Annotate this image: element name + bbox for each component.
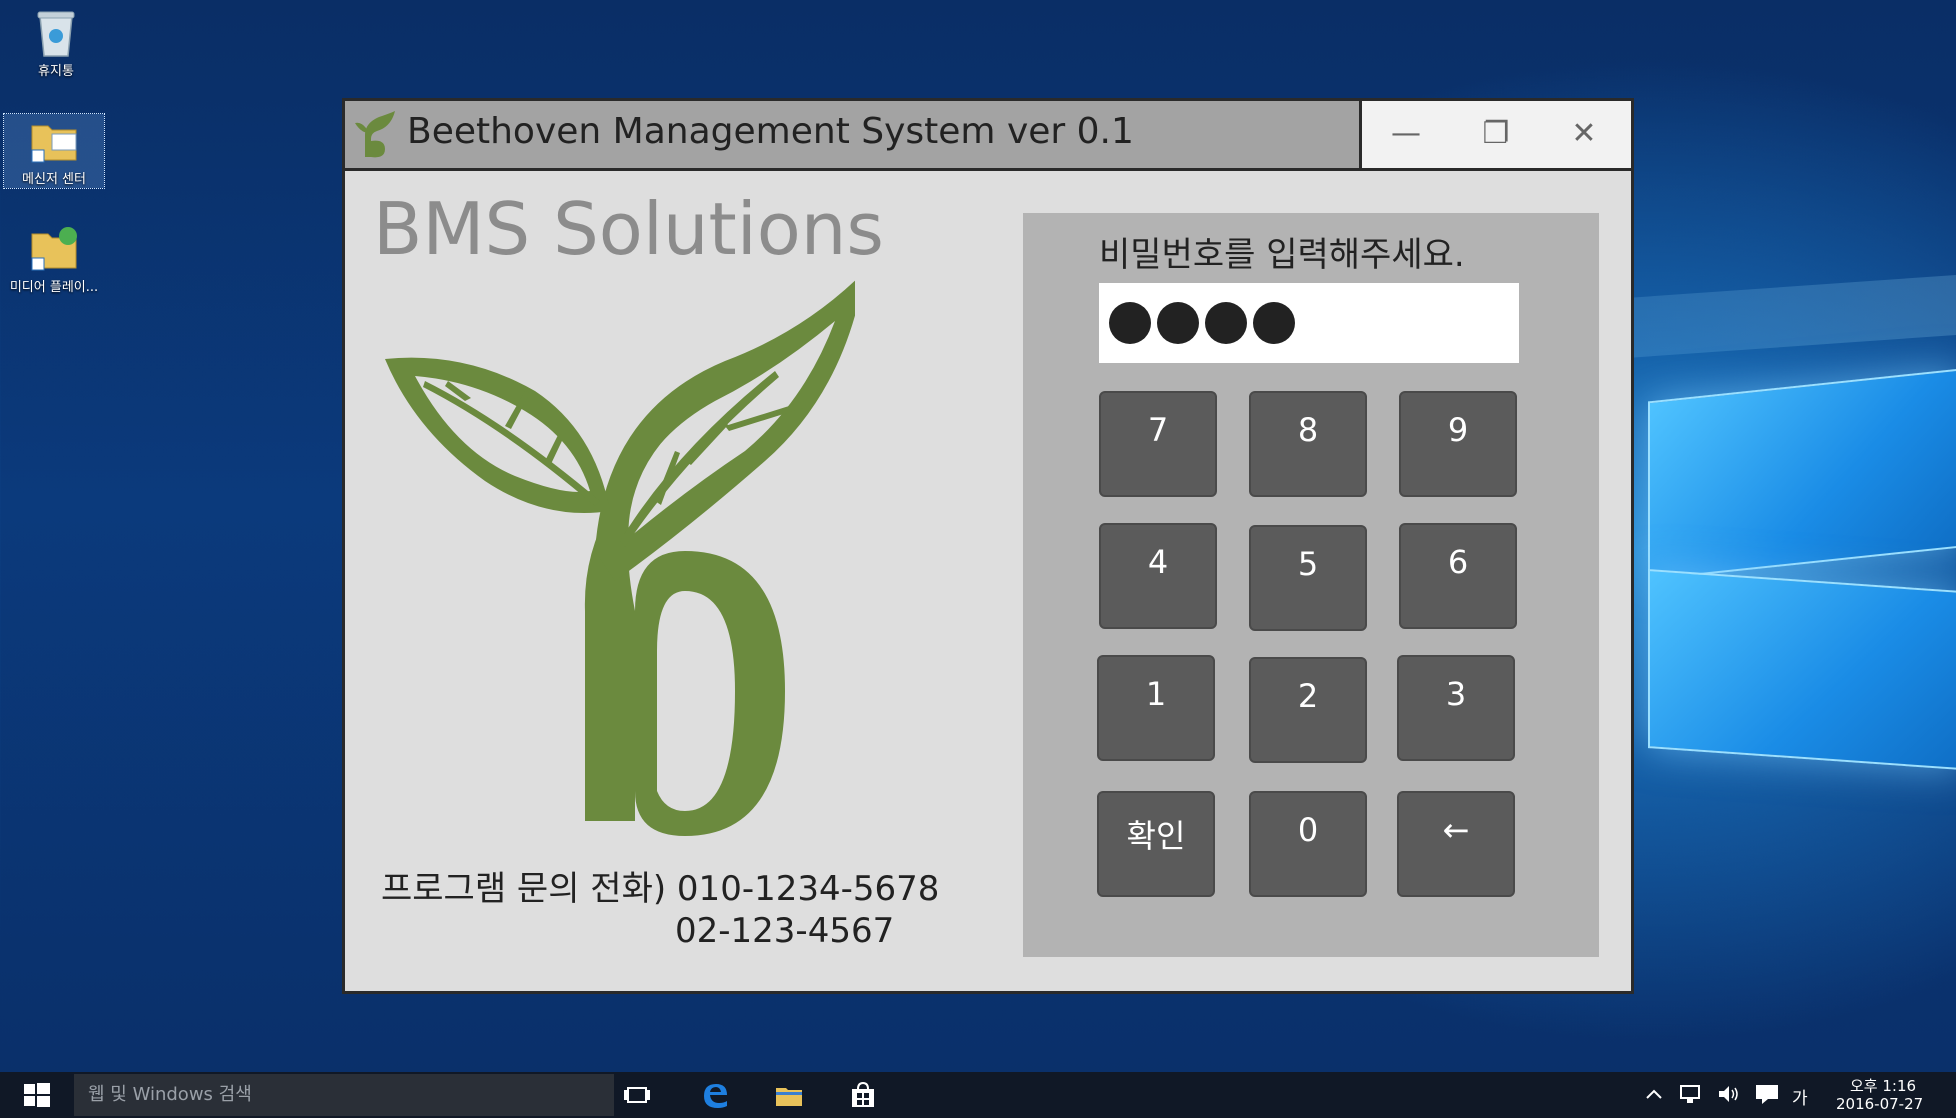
app-logo-icon [351, 109, 397, 159]
desktop-icon-label: 메신저 센터 [22, 172, 86, 187]
password-dot [1253, 302, 1295, 344]
window-controls: — ❐ ✕ [1359, 101, 1631, 168]
desktop-icon-recycle-bin[interactable]: 휴지통 [6, 6, 106, 79]
start-windows-icon[interactable] [22, 1080, 52, 1110]
clock-date[interactable]: 2016-07-27 [1836, 1095, 1923, 1113]
restore-icon: ❐ [1482, 115, 1510, 151]
minimize-button[interactable]: — [1362, 101, 1450, 165]
ime-indicator[interactable]: 가 [1792, 1084, 1808, 1109]
task-view-icon[interactable] [622, 1080, 652, 1110]
wallpaper-window-pane-bottom [1648, 569, 1956, 770]
password-dot [1205, 302, 1247, 344]
minimize-icon: — [1391, 115, 1421, 151]
desktop-icon-label: 미디어 플레이... [9, 280, 99, 295]
key-1-button[interactable]: 1 [1097, 655, 1215, 761]
password-dot [1157, 302, 1199, 344]
password-dot [1109, 302, 1151, 344]
title-bar[interactable]: Beethoven Management System ver 0.1 — ❐ … [345, 101, 1631, 171]
volume-icon[interactable] [1716, 1082, 1742, 1106]
show-hidden-icons-icon[interactable] [1644, 1084, 1664, 1104]
taskbar: 웹 및 Windows 검색 가 오후 1:16 2016-07-27 [0, 1072, 1956, 1118]
clock-time[interactable]: 오후 1:16 [1850, 1075, 1916, 1096]
network-icon[interactable] [1678, 1082, 1704, 1106]
media-folder-icon [26, 222, 82, 274]
desktop-icon-messenger-center[interactable]: 메신저 센터 [3, 113, 105, 189]
key-0-button[interactable]: 0 [1249, 791, 1367, 897]
store-icon[interactable] [848, 1080, 878, 1110]
desktop-icon-media-player[interactable]: 미디어 플레이... [4, 222, 104, 295]
password-field[interactable] [1099, 283, 1519, 363]
contact-number-2: 02-123-4567 [675, 911, 895, 951]
window-title: Beethoven Management System ver 0.1 [407, 111, 1134, 152]
key-2-button[interactable]: 2 [1249, 657, 1367, 763]
password-panel: 비밀번호를 입력해주세요. 7 8 9 4 5 6 1 2 3 확인 0 ← [1023, 213, 1599, 957]
key-6-button[interactable]: 6 [1399, 523, 1517, 629]
app-window: Beethoven Management System ver 0.1 — ❐ … [342, 98, 1634, 994]
desktop-icon-label: 휴지통 [38, 64, 74, 79]
file-explorer-icon[interactable] [774, 1080, 804, 1110]
folder-shortcut-icon [26, 114, 82, 166]
key-5-button[interactable]: 5 [1249, 525, 1367, 631]
wallpaper-window-pane-top [1648, 368, 1956, 581]
key-9-button[interactable]: 9 [1399, 391, 1517, 497]
key-4-button[interactable]: 4 [1099, 523, 1217, 629]
action-center-icon[interactable] [1754, 1082, 1780, 1106]
taskbar-search-input[interactable]: 웹 및 Windows 검색 [74, 1074, 614, 1116]
edge-browser-icon[interactable] [700, 1080, 730, 1110]
close-icon: ✕ [1571, 115, 1597, 151]
beethoven-sprout-logo [385, 251, 865, 841]
recycle-bin-icon [28, 6, 84, 58]
close-button[interactable]: ✕ [1540, 101, 1628, 165]
key-7-button[interactable]: 7 [1099, 391, 1217, 497]
key-8-button[interactable]: 8 [1249, 391, 1367, 497]
contact-label: 프로그램 문의 전화) 010-1234-5678 [381, 869, 940, 909]
password-prompt: 비밀번호를 입력해주세요. [1099, 235, 1465, 275]
key-3-button[interactable]: 3 [1397, 655, 1515, 761]
restore-button[interactable]: ❐ [1452, 101, 1540, 165]
confirm-button[interactable]: 확인 [1097, 791, 1215, 897]
backspace-button[interactable]: ← [1397, 791, 1515, 897]
